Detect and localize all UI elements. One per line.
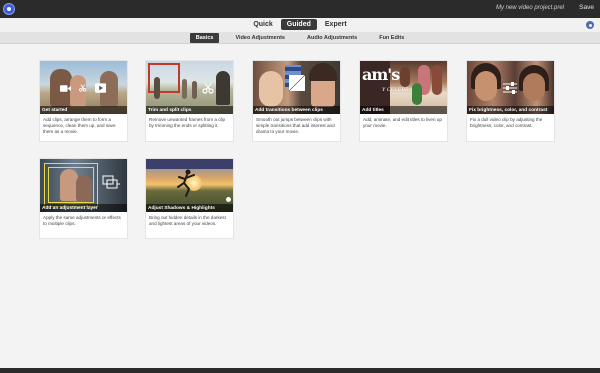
card-title: Fix brightness, color, and contrast [467, 106, 554, 114]
sliders-icon [503, 82, 517, 94]
card-title: Get started [40, 106, 127, 114]
card-trim-split[interactable]: Trim and split clips Remove unwanted fra… [145, 60, 234, 142]
project-name: My new video project.prel [495, 5, 564, 11]
tab-fun-edits[interactable]: Fun Edits [373, 33, 410, 43]
card-description: Bring out hidden details in the darkest … [149, 215, 226, 226]
card-description: Add, animate, and edit titles to liven u… [363, 117, 442, 128]
card-adjustment-layer[interactable]: Add an adjustment layer Apply the same a… [39, 158, 128, 239]
bottom-bar [0, 368, 600, 373]
card-add-titles[interactable]: am's Y CELEBRATION Add titles Add, anima… [359, 60, 448, 142]
app-logo-icon[interactable] [3, 3, 15, 15]
card-thumbnail: Add an adjustment layer [40, 159, 127, 212]
tab-audio-adjustments[interactable]: Audio Adjustments [301, 33, 363, 43]
card-get-started[interactable]: Get started Add clips, arrange them to f… [39, 60, 128, 142]
tab-video-adjustments[interactable]: Video Adjustments [229, 33, 291, 43]
card-title: Adjust Shadows & Highlights [146, 204, 233, 212]
mode-bar: Quick Guided Expert [0, 18, 600, 32]
save-button[interactable]: Save [579, 4, 594, 11]
gear-icon[interactable] [586, 21, 594, 29]
title-bar: My new video project.prel Save [0, 0, 600, 18]
card-transitions[interactable]: Add transitions between clips Smooth out… [252, 60, 341, 142]
card-title: Add titles [360, 106, 447, 114]
card-thumbnail: Add transitions between clips [253, 61, 340, 114]
card-fix-brightness[interactable]: Fix brightness, color, and contrast Fix … [466, 60, 555, 142]
card-thumbnail: Adjust Shadows & Highlights [146, 159, 233, 212]
card-description: Apply the same adjustments or effects to… [43, 215, 121, 226]
card-title: Add transitions between clips [253, 106, 340, 114]
tab-expert[interactable]: Expert [319, 19, 353, 30]
card-thumbnail: am's Y CELEBRATION Add titles [360, 61, 447, 114]
tab-guided[interactable]: Guided [280, 19, 317, 30]
card-description: Remove unwanted frames from a clip by tr… [149, 117, 226, 128]
card-thumbnail: Trim and split clips [146, 61, 233, 114]
card-thumbnail: Fix brightness, color, and contrast [467, 61, 554, 114]
tab-quick[interactable]: Quick [247, 19, 278, 30]
card-shadows-highlights[interactable]: Adjust Shadows & Highlights Bring out hi… [145, 158, 234, 239]
video-camera-icon [60, 84, 72, 92]
scissors-icon [202, 82, 214, 94]
tab-basics[interactable]: Basics [189, 33, 220, 43]
runner-silhouette [177, 169, 195, 197]
card-title: Trim and split clips [146, 106, 233, 114]
card-description: Smooth out jumps between clips with simp… [256, 117, 335, 134]
card-description: Fix a dull video clip by adjusting the b… [470, 117, 543, 128]
layers-icon [102, 175, 120, 189]
play-icon [94, 83, 106, 93]
sub-tab-bar: Basics Video Adjustments Audio Adjustmen… [0, 32, 600, 44]
card-description: Add clips, arrange them to form a sequen… [43, 117, 116, 134]
card-thumbnail: Get started [40, 61, 127, 114]
card-title: Add an adjustment layer [40, 204, 127, 212]
scissors-icon [79, 84, 87, 92]
